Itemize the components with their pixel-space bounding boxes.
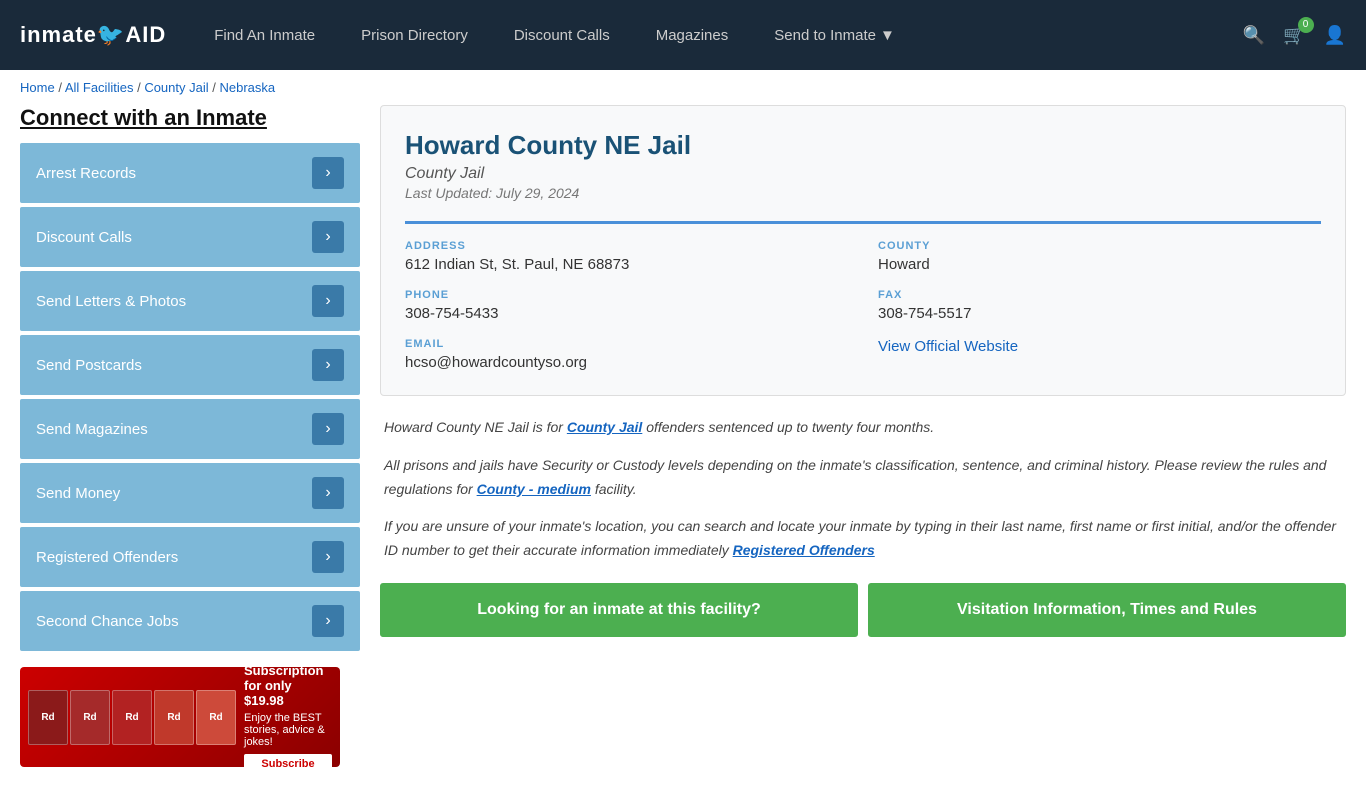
arrow-icon: › <box>312 285 344 317</box>
rd-covers: Rd Rd Rd Rd Rd <box>28 690 236 745</box>
rd-cover-5: Rd <box>196 690 236 745</box>
rd-cover-4: Rd <box>154 690 194 745</box>
county-block: COUNTY Howard <box>878 240 1321 273</box>
main-nav: Find An Inmate Prison Directory Discount… <box>196 19 1243 52</box>
arrow-icon: › <box>312 605 344 637</box>
cart-icon[interactable]: 🛒 0 <box>1283 25 1305 46</box>
search-icon[interactable]: 🔍 <box>1243 25 1265 46</box>
desc-p1: Howard County NE Jail is for County Jail… <box>384 416 1342 440</box>
breadcrumb: Home / All Facilities / County Jail / Ne… <box>0 70 1366 105</box>
sidebar-item-second-chance-jobs[interactable]: Second Chance Jobs › <box>20 591 360 651</box>
rd-cover-2: Rd <box>70 690 110 745</box>
info-grid: ADDRESS 612 Indian St, St. Paul, NE 6887… <box>405 221 1321 371</box>
facility-updated: Last Updated: July 29, 2024 <box>405 185 1321 201</box>
facility-card: Howard County NE Jail County Jail Last U… <box>380 105 1346 396</box>
user-icon[interactable]: 👤 <box>1324 25 1346 46</box>
county-label: COUNTY <box>878 240 1321 252</box>
fax-label: FAX <box>878 289 1321 301</box>
sidebar-item-send-postcards[interactable]: Send Postcards › <box>20 335 360 395</box>
arrow-icon: › <box>312 157 344 189</box>
address-value: 612 Indian St, St. Paul, NE 68873 <box>405 256 848 273</box>
sidebar-item-arrest-records[interactable]: Arrest Records › <box>20 143 360 203</box>
sidebar-item-send-money[interactable]: Send Money › <box>20 463 360 523</box>
connect-title: Connect with an Inmate <box>20 105 360 131</box>
address-label: ADDRESS <box>405 240 848 252</box>
cart-badge: 0 <box>1298 17 1314 33</box>
nav-prison-directory[interactable]: Prison Directory <box>343 19 486 52</box>
nav-find-inmate[interactable]: Find An Inmate <box>196 19 333 52</box>
content-area: Howard County NE Jail County Jail Last U… <box>380 105 1346 767</box>
breadcrumb-all-facilities[interactable]: All Facilities <box>65 80 134 95</box>
logo[interactable]: inmate🐦AID <box>20 22 166 48</box>
subscribe-button[interactable]: Subscribe Now <box>244 754 332 767</box>
facility-type: County Jail <box>405 165 1321 183</box>
facility-title: Howard County NE Jail <box>405 130 1321 161</box>
arrow-icon: › <box>312 413 344 445</box>
dropdown-arrow-icon: ▼ <box>880 27 895 44</box>
arrow-icon: › <box>312 541 344 573</box>
sidebar-item-registered-offenders[interactable]: Registered Offenders › <box>20 527 360 587</box>
view-website-link[interactable]: View Official Website <box>878 338 1018 355</box>
header: inmate🐦AID Find An Inmate Prison Directo… <box>0 0 1366 70</box>
visitation-button[interactable]: Visitation Information, Times and Rules <box>868 583 1346 637</box>
breadcrumb-county-jail[interactable]: County Jail <box>144 80 208 95</box>
breadcrumb-nebraska[interactable]: Nebraska <box>219 80 275 95</box>
nav-magazines[interactable]: Magazines <box>638 19 747 52</box>
nav-send-to-inmate[interactable]: Send to Inmate ▼ <box>756 19 913 52</box>
sidebar-item-discount-calls[interactable]: Discount Calls › <box>20 207 360 267</box>
county-value: Howard <box>878 256 1321 273</box>
sidebar-item-send-letters[interactable]: Send Letters & Photos › <box>20 271 360 331</box>
fax-value: 308-754-5517 <box>878 305 1321 322</box>
registered-offenders-link[interactable]: Registered Offenders <box>733 542 875 558</box>
sidebar-item-send-magazines[interactable]: Send Magazines › <box>20 399 360 459</box>
website-block: View Official Website <box>878 338 1321 371</box>
main-content: Connect with an Inmate Arrest Records › … <box>0 105 1366 787</box>
phone-value: 308-754-5433 <box>405 305 848 322</box>
ad-text: 1 Year Subscription for only $19.98 Enjo… <box>244 667 332 767</box>
desc-p3: If you are unsure of your inmate's locat… <box>384 515 1342 563</box>
rd-cover-3: Rd <box>112 690 152 745</box>
address-block: ADDRESS 612 Indian St, St. Paul, NE 6887… <box>405 240 848 273</box>
email-label: EMAIL <box>405 338 848 350</box>
description: Howard County NE Jail is for County Jail… <box>380 416 1346 563</box>
county-jail-link[interactable]: County Jail <box>567 419 642 435</box>
email-value: hcso@howardcountyso.org <box>405 354 848 371</box>
nav-discount-calls[interactable]: Discount Calls <box>496 19 628 52</box>
county-medium-link[interactable]: County - medium <box>477 481 591 497</box>
breadcrumb-home[interactable]: Home <box>20 80 55 95</box>
ad-banner[interactable]: Rd Rd Rd Rd Rd 1 Year Subscription for o… <box>20 667 340 767</box>
phone-block: PHONE 308-754-5433 <box>405 289 848 322</box>
arrow-icon: › <box>312 477 344 509</box>
rd-cover-1: Rd <box>28 690 68 745</box>
phone-label: PHONE <box>405 289 848 301</box>
arrow-icon: › <box>312 221 344 253</box>
arrow-icon: › <box>312 349 344 381</box>
email-block: EMAIL hcso@howardcountyso.org <box>405 338 848 371</box>
sidebar: Connect with an Inmate Arrest Records › … <box>20 105 360 767</box>
action-buttons: Looking for an inmate at this facility? … <box>380 583 1346 637</box>
header-icons: 🔍 🛒 0 👤 <box>1243 25 1346 46</box>
fax-block: FAX 308-754-5517 <box>878 289 1321 322</box>
find-inmate-button[interactable]: Looking for an inmate at this facility? <box>380 583 858 637</box>
desc-p2: All prisons and jails have Security or C… <box>384 454 1342 502</box>
